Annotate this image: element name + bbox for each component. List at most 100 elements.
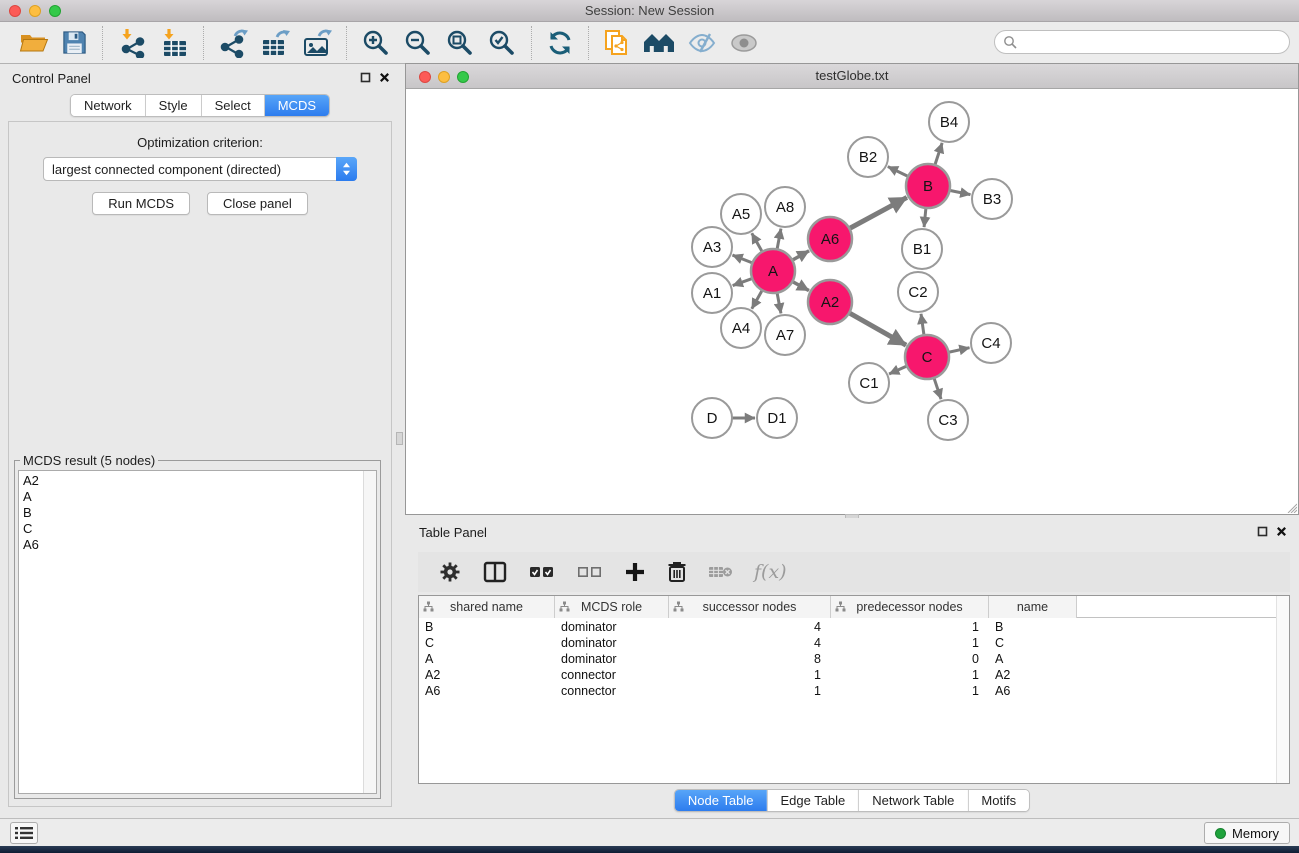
run-mcds-button[interactable]: Run MCDS xyxy=(92,192,190,215)
criterion-select[interactable]: largest connected component (directed) xyxy=(43,157,357,181)
table-cell[interactable]: A6 xyxy=(989,683,1077,699)
hide-selected-button[interactable] xyxy=(681,29,723,57)
tab-network[interactable]: Network xyxy=(71,95,145,116)
network-canvas[interactable]: B4B2BB3B1A5A8A6A3AA1A2C2A4A7CC4C1C3DD1 xyxy=(406,89,1298,514)
close-table-panel-icon[interactable] xyxy=(1276,526,1287,537)
save-session-button[interactable] xyxy=(55,27,94,58)
column-header-MCDS-role[interactable]: MCDS role xyxy=(555,596,669,618)
table-cell[interactable]: 1 xyxy=(831,619,989,635)
graph-node-C[interactable]: C xyxy=(905,335,949,379)
graph-node-A7[interactable]: A7 xyxy=(765,315,805,355)
table-cell[interactable]: connector xyxy=(555,683,669,699)
graph-node-D[interactable]: D xyxy=(692,398,732,438)
tab-mcds[interactable]: MCDS xyxy=(264,95,329,116)
function-builder-button[interactable]: f(x) xyxy=(746,559,795,585)
tab-edge-table[interactable]: Edge Table xyxy=(766,790,858,811)
graph-node-B4[interactable]: B4 xyxy=(929,102,969,142)
mcds-result-item[interactable]: A2 xyxy=(23,473,376,489)
close-panel-icon[interactable] xyxy=(379,72,390,83)
graph-node-C1[interactable]: C1 xyxy=(849,363,889,403)
table-row[interactable]: Bdominator41B xyxy=(419,619,1275,635)
graph-node-A[interactable]: A xyxy=(751,249,795,293)
table-row[interactable]: A2connector11A2 xyxy=(419,667,1275,683)
table-cell[interactable]: dominator xyxy=(555,635,669,651)
table-cell[interactable]: A xyxy=(989,651,1077,667)
table-scrollbar[interactable] xyxy=(1276,596,1289,783)
table-cell[interactable]: A xyxy=(419,651,555,667)
column-header-successor-nodes[interactable]: successor nodes xyxy=(669,596,831,618)
vertical-splitter-handle[interactable] xyxy=(396,432,403,445)
mcds-result-item[interactable]: B xyxy=(23,505,376,521)
graph-node-C2[interactable]: C2 xyxy=(898,272,938,312)
network-window-titlebar[interactable]: testGlobe.txt xyxy=(406,64,1298,89)
memory-button[interactable]: Memory xyxy=(1204,822,1290,844)
zoom-out-button[interactable] xyxy=(397,26,439,60)
graph-node-B2[interactable]: B2 xyxy=(848,137,888,177)
float-panel-icon[interactable] xyxy=(360,72,371,83)
graph-node-B1[interactable]: B1 xyxy=(902,229,942,269)
table-cell[interactable]: B xyxy=(419,619,555,635)
mcds-result-item[interactable]: A6 xyxy=(23,537,376,553)
import-network-button[interactable] xyxy=(111,26,153,60)
close-panel-button[interactable]: Close panel xyxy=(207,192,308,215)
graph-node-B3[interactable]: B3 xyxy=(972,179,1012,219)
column-header-name[interactable]: name xyxy=(989,596,1077,618)
export-network-button[interactable] xyxy=(212,26,254,60)
new-network-from-selection-button[interactable] xyxy=(597,26,637,60)
table-row[interactable]: A6connector11A6 xyxy=(419,683,1275,699)
graph-node-A2[interactable]: A2 xyxy=(808,280,852,324)
graph-node-A4[interactable]: A4 xyxy=(721,308,761,348)
table-cell[interactable]: A2 xyxy=(989,667,1077,683)
table-cell[interactable]: A2 xyxy=(419,667,555,683)
table-cell[interactable]: connector xyxy=(555,667,669,683)
table-cell[interactable]: A6 xyxy=(419,683,555,699)
add-row-button[interactable] xyxy=(616,559,654,585)
zoom-in-button[interactable] xyxy=(355,26,397,60)
graph-node-D1[interactable]: D1 xyxy=(757,398,797,438)
settings-button[interactable] xyxy=(430,558,470,586)
graph-node-A8[interactable]: A8 xyxy=(765,187,805,227)
graph-node-A5[interactable]: A5 xyxy=(721,194,761,234)
export-image-button[interactable] xyxy=(296,26,338,60)
table-row[interactable]: Cdominator41C xyxy=(419,635,1275,651)
column-header-shared-name[interactable]: shared name xyxy=(419,596,555,618)
zoom-fit-button[interactable] xyxy=(439,26,481,60)
tab-network-table[interactable]: Network Table xyxy=(858,790,967,811)
mcds-result-item[interactable]: C xyxy=(23,521,376,537)
tab-style[interactable]: Style xyxy=(145,95,201,116)
table-cell[interactable]: 1 xyxy=(669,667,831,683)
tab-select[interactable]: Select xyxy=(201,95,264,116)
float-table-panel-icon[interactable] xyxy=(1257,526,1268,537)
open-session-button[interactable] xyxy=(13,28,55,58)
column-selector-button[interactable] xyxy=(474,558,516,586)
export-table-button[interactable] xyxy=(254,26,296,60)
table-cell[interactable]: dominator xyxy=(555,619,669,635)
result-scrollbar[interactable] xyxy=(363,471,376,793)
delete-table-button[interactable] xyxy=(700,561,742,583)
table-cell[interactable]: 0 xyxy=(831,651,989,667)
show-all-button[interactable] xyxy=(723,31,765,55)
graph-node-A1[interactable]: A1 xyxy=(692,273,732,313)
table-cell[interactable]: C xyxy=(419,635,555,651)
table-cell[interactable]: 4 xyxy=(669,619,831,635)
table-cell[interactable]: 1 xyxy=(831,667,989,683)
graph-node-B[interactable]: B xyxy=(906,164,950,208)
table-cell[interactable]: 1 xyxy=(831,635,989,651)
tab-motifs[interactable]: Motifs xyxy=(967,790,1029,811)
table-cell[interactable]: dominator xyxy=(555,651,669,667)
graph-node-C4[interactable]: C4 xyxy=(971,323,1011,363)
table-cell[interactable]: 1 xyxy=(669,683,831,699)
column-header-predecessor-nodes[interactable]: predecessor nodes xyxy=(831,596,989,618)
graph-node-A3[interactable]: A3 xyxy=(692,227,732,267)
zoom-selected-button[interactable] xyxy=(481,26,523,60)
home-button[interactable] xyxy=(637,28,681,58)
select-all-button[interactable] xyxy=(520,560,564,584)
table-cell[interactable]: C xyxy=(989,635,1077,651)
deselect-all-button[interactable] xyxy=(568,560,612,584)
resize-grip-icon[interactable] xyxy=(1285,501,1297,513)
search-input[interactable] xyxy=(994,30,1290,54)
tab-node-table[interactable]: Node Table xyxy=(675,790,767,811)
table-cell[interactable]: 1 xyxy=(831,683,989,699)
mcds-result-item[interactable]: A xyxy=(23,489,376,505)
table-cell[interactable]: B xyxy=(989,619,1077,635)
